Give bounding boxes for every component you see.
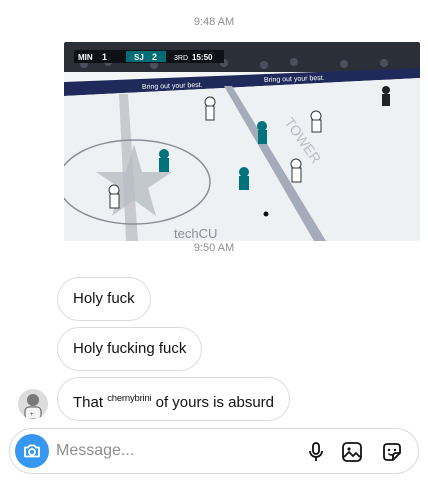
message-composer [9, 428, 419, 474]
timestamp: 9:50 AM [193, 242, 235, 254]
puck [263, 211, 269, 217]
timestamp: 9:48 AM [193, 16, 235, 28]
hockey-rink-scene: MIN 1 SJ 2 3RD 15:50 Bring out your best… [64, 42, 420, 241]
svg-text:15:50: 15:50 [192, 53, 213, 62]
mentioned-username[interactable]: chernybrini [107, 378, 151, 420]
avatar[interactable]: + [18, 389, 48, 419]
gallery-icon[interactable] [340, 440, 364, 464]
message-text-end: of yours is absurd [155, 394, 275, 411]
svg-text:+: + [30, 412, 34, 418]
message-text-start: That [73, 394, 104, 411]
scorebug-team-home: MIN [78, 53, 93, 62]
message-input[interactable] [56, 440, 276, 462]
user-avatar-icon: + [18, 389, 48, 419]
message-bubble[interactable]: That chernybrini of yours is absurd [57, 377, 291, 421]
sticker-icon[interactable] [380, 440, 404, 464]
camera-icon [24, 444, 40, 458]
message-bubble[interactable]: Holy fucking fuck [57, 327, 203, 371]
svg-text:1: 1 [102, 52, 107, 62]
svg-text:2: 2 [152, 52, 157, 62]
scorebug-team-away: SJ [134, 53, 144, 62]
message-text: Holy fuck [73, 290, 135, 307]
message-bubble[interactable]: Holy fuck [57, 277, 151, 321]
ice-logo: techCU [174, 226, 217, 241]
message-text: Holy fucking fuck [73, 340, 187, 357]
shared-video-thumbnail[interactable]: MIN 1 SJ 2 3RD 15:50 Bring out your best… [64, 42, 420, 241]
camera-button[interactable] [15, 434, 49, 468]
svg-text:3RD: 3RD [174, 55, 188, 62]
microphone-icon[interactable] [304, 440, 328, 464]
